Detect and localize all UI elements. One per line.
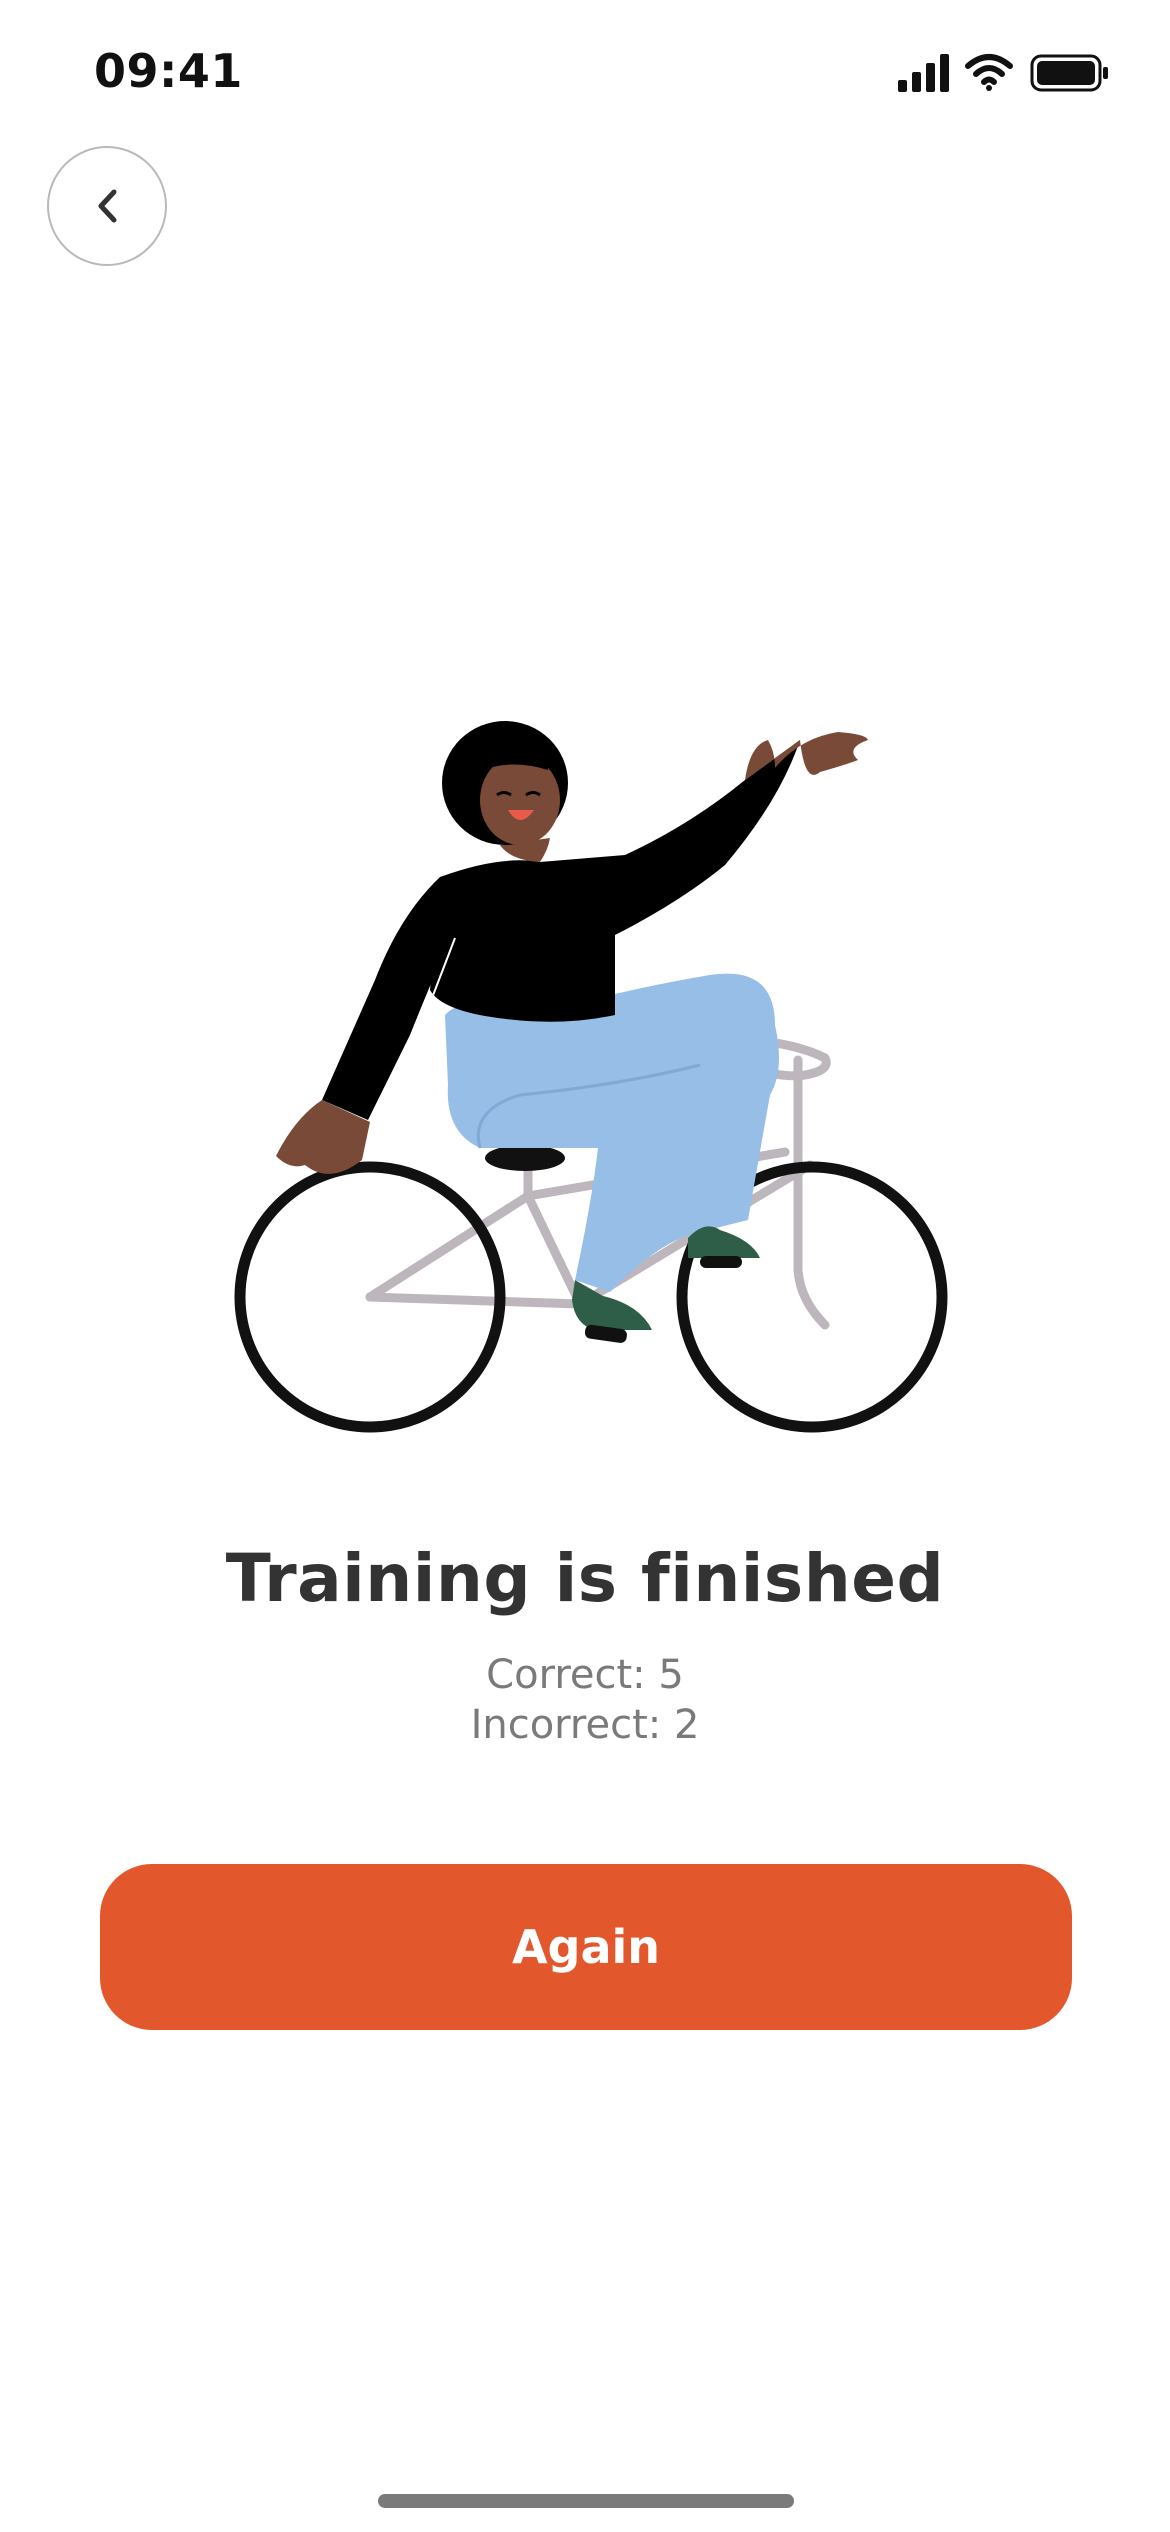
again-button[interactable]: Again: [100, 1864, 1072, 2030]
cellular-signal-icon: [898, 54, 949, 92]
home-indicator[interactable]: [378, 2494, 794, 2508]
wifi-icon: [965, 54, 1013, 91]
status-time: 09:41: [94, 44, 243, 98]
chevron-left-icon: [98, 189, 117, 223]
status-bar: 09:41: [0, 0, 1170, 140]
correct-count: Correct: 5: [486, 1652, 684, 1698]
incorrect-count: Incorrect: 2: [470, 1702, 700, 1748]
cyclist-illustration: [234, 721, 948, 1433]
status-icons: [898, 54, 1108, 92]
back-button[interactable]: [47, 146, 167, 266]
back-shoe: [688, 1226, 760, 1258]
bicycle-seat: [485, 1145, 565, 1171]
page-title: Training is finished: [225, 1540, 945, 1617]
left-arm: [322, 877, 455, 1120]
battery-icon: [1030, 54, 1108, 92]
